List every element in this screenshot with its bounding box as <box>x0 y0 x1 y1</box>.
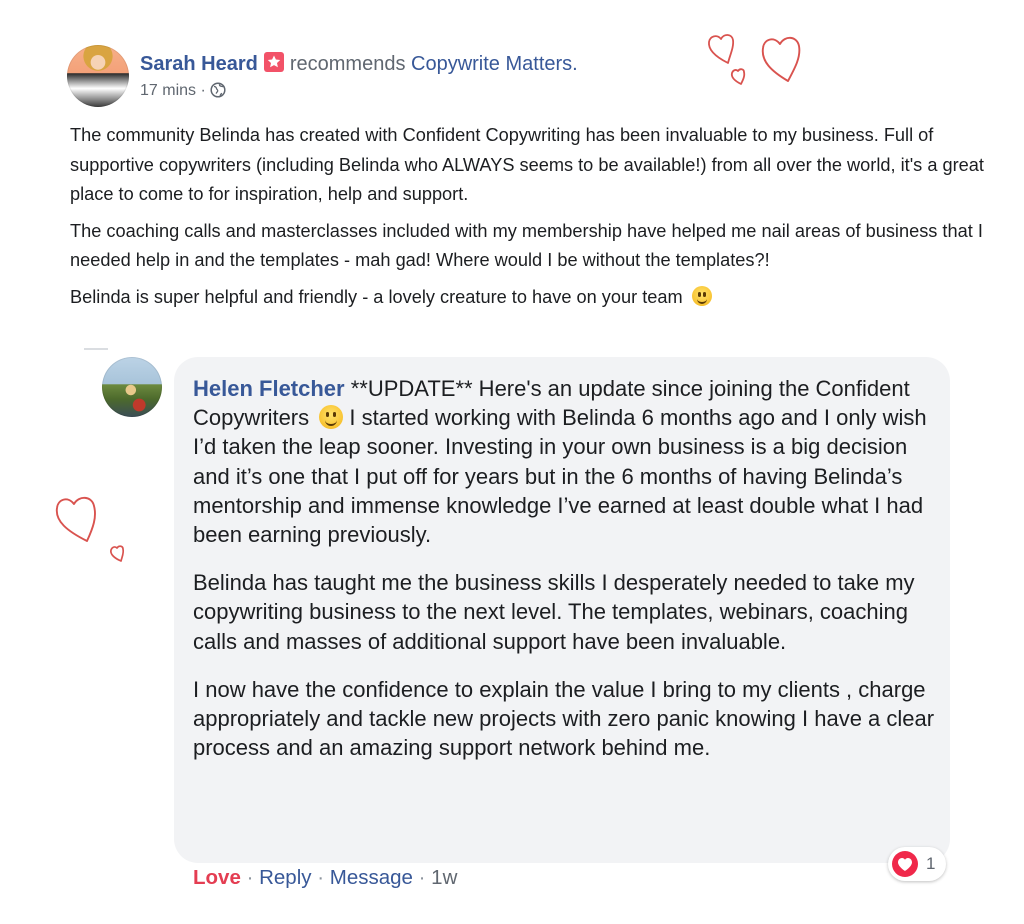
action-separator: · <box>418 866 426 889</box>
action-separator: · <box>317 866 325 889</box>
love-button[interactable]: Love <box>193 866 241 889</box>
comment-text: Helen Fletcher **UPDATE** Here's an upda… <box>193 374 938 781</box>
message-button[interactable]: Message <box>330 866 413 889</box>
post-meta: 17 mins · <box>140 82 226 103</box>
post-paragraph: The community Belinda has created with C… <box>70 125 984 204</box>
page-name-link[interactable]: Copywrite Matters. <box>411 53 578 75</box>
post-paragraph-last: Belinda is super helpful and friendly - … <box>70 283 1010 313</box>
action-separator: · <box>246 866 254 889</box>
post-paragraph-text: Belinda is super helpful and friendly - … <box>70 286 683 307</box>
smile-emoji-icon <box>319 405 344 430</box>
commenter-avatar[interactable] <box>102 357 162 417</box>
post-body: The community Belinda has created with C… <box>70 121 1010 319</box>
comment-timestamp[interactable]: 1w <box>431 866 457 889</box>
reaction-count: 1 <box>926 854 936 873</box>
reaction-summary[interactable]: 1 <box>888 847 946 881</box>
comment-paragraph: Belinda has taught me the business skill… <box>193 570 915 654</box>
meta-separator: · <box>200 82 206 99</box>
recommends-label: recommends <box>289 53 406 75</box>
recommendation-post: Sarah Heard recommends Copywrite Matters.… <box>0 0 1024 924</box>
smile-emoji-icon <box>691 285 712 306</box>
doodle-hearts-icon <box>708 34 801 85</box>
thread-line <box>84 348 108 350</box>
love-reaction-icon <box>892 851 918 877</box>
author-avatar[interactable] <box>67 45 129 107</box>
commenter-name[interactable]: Helen Fletcher <box>193 376 345 401</box>
globe-icon[interactable] <box>210 82 226 103</box>
comment-actions: Love · Reply · Message · 1w <box>193 866 457 890</box>
reply-button[interactable]: Reply <box>259 866 311 889</box>
recommendation-badge-icon <box>263 52 284 72</box>
post-paragraph: The coaching calls and masterclasses inc… <box>70 220 983 271</box>
post-timestamp[interactable]: 17 mins <box>140 82 196 99</box>
comment-paragraph: Helen Fletcher **UPDATE** Here's an upda… <box>193 374 938 549</box>
author-name[interactable]: Sarah Heard <box>140 53 258 75</box>
comment-paragraph: I now have the confidence to explain the… <box>193 676 935 761</box>
post-header: Sarah Heard recommends Copywrite Matters. <box>140 52 578 76</box>
doodle-hearts-icon <box>55 496 125 562</box>
